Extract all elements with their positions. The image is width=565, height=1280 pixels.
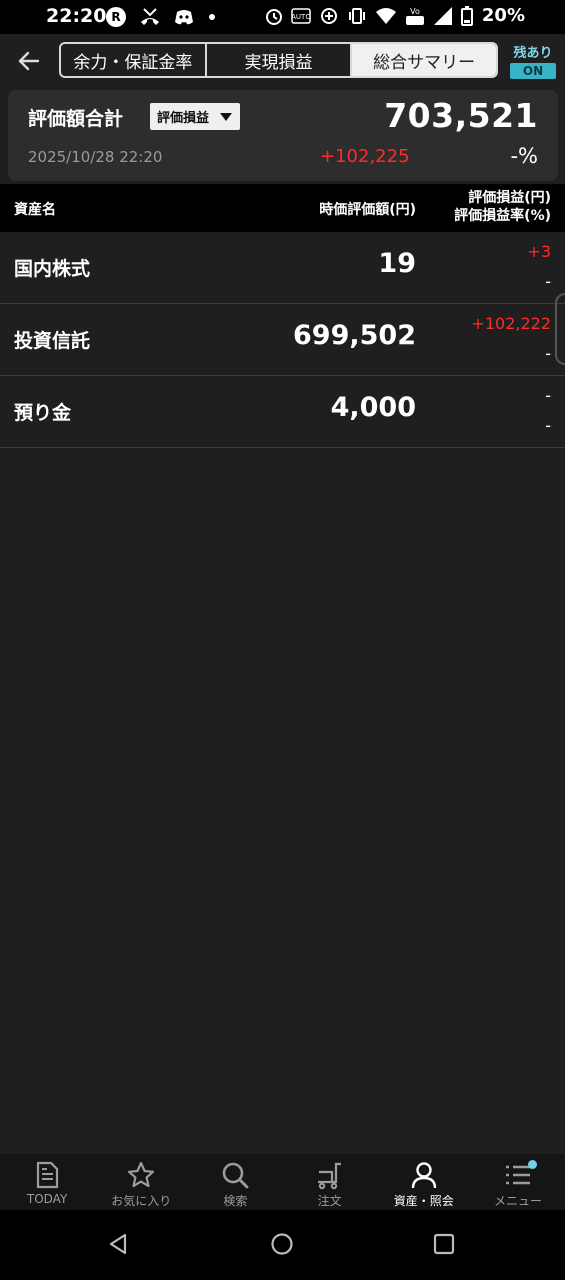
star-icon [128,1161,155,1188]
nav-assets[interactable]: 資産・照会 [377,1154,471,1210]
summary-metric-dropdown[interactable]: 評価損益 [150,103,240,130]
nav-favorites[interactable]: お気に入り [94,1154,188,1210]
nav-menu-label: メニュー [493,1194,542,1208]
row-asset-name: 預り金 [14,402,72,424]
rakuten-icon: R [106,7,126,27]
table-row[interactable]: 投資信託 699,502 +102,222 - [0,304,565,376]
wifi-icon [376,8,396,24]
vibrate-icon [349,8,365,24]
system-nav-bar [0,1210,565,1280]
col-asset-name: 資産名 [14,202,56,218]
asset-list: 国内株式 19 +3 - 投資信託 699,502 +102,222 - 預り金… [0,232,565,448]
svg-text:Vo: Vo [410,7,420,16]
status-time: 22:20 [46,5,107,27]
col-gain-yen: 評価損益(円) [468,190,551,206]
row-rate: - [545,416,551,435]
nav-search-label: 検索 [223,1194,248,1208]
table-row[interactable]: 国内株式 19 +3 - [0,232,565,304]
row-market-value: 4,000 [330,392,416,423]
summary-datetime: 2025/10/28 22:20 [28,148,163,166]
discord-icon [175,10,193,25]
person-icon [411,1162,436,1189]
nav-today-label: TODAY [26,1192,68,1206]
row-rate: - [545,272,551,291]
data-saver-icon [321,8,337,24]
back-triangle-icon[interactable] [106,1232,130,1256]
svg-text:R: R [111,10,120,24]
auto-brightness-icon: AUTO [291,8,311,24]
svg-text:AUTO: AUTO [291,13,311,21]
zandaka-state-badge: ON [510,63,556,79]
edge-panel-handle[interactable] [555,293,565,365]
table-row[interactable]: 預り金 4,000 - - [0,376,565,448]
row-asset-name: 投資信託 [14,330,91,352]
nav-order[interactable]: 注文 [283,1154,377,1210]
row-rate: - [545,344,551,363]
tab-sogo-summary[interactable]: 総合サマリー [352,44,496,76]
nav-favorites-label: お気に入り [111,1194,172,1208]
nav-assets-label: 資産・照会 [393,1194,454,1208]
row-gain: +3 [527,242,551,261]
notification-dot [528,1160,538,1169]
signal-icon [434,7,452,25]
missed-call-icon [141,8,159,25]
home-circle-icon[interactable] [270,1232,294,1256]
bottom-nav: TODAY お気に入り 検索 注文 資産・照会 メニュー [0,1154,565,1210]
zandaka-toggle[interactable]: 残あり ON [510,42,556,79]
summary-card: 評価額合計 評価損益 703,521 2025/10/28 22:20 +102… [8,90,558,181]
search-icon [223,1162,249,1189]
row-gain: +102,222 [471,314,551,333]
zandaka-label: 残あり [513,46,553,61]
document-icon [36,1161,59,1189]
summary-title: 評価額合計 [28,108,124,130]
battery-percent: 20% [481,5,525,26]
row-asset-name: 国内株式 [14,258,91,280]
header-bar: 余力・保証金率 実現損益 総合サマリー 残あり ON [0,34,565,88]
tab-jitsugen-soneki[interactable]: 実現損益 [207,44,353,76]
status-bar: 22:20 R AUTO Vo 20% [0,0,565,34]
nav-search[interactable]: 検索 [188,1154,282,1210]
tab-yoryoku[interactable]: 余力・保証金率 [61,44,207,76]
row-market-value: 19 [378,248,416,279]
alarm-icon [266,9,282,25]
row-market-value: 699,502 [293,320,416,351]
nav-today[interactable]: TODAY [0,1154,94,1210]
dot-icon [209,14,215,20]
cart-icon [317,1162,341,1190]
segment-tabs: 余力・保証金率 実現損益 総合サマリー [59,42,498,78]
table-header: 資産名 時価評価額(円) 評価損益(円) 評価損益率(%) [0,184,565,232]
nav-menu[interactable]: メニュー [471,1154,565,1210]
summary-total: 703,521 [384,96,538,135]
col-market-value: 時価評価額(円) [319,202,416,218]
battery-icon [461,6,473,26]
volte-icon: Vo [406,7,424,25]
dropdown-value: 評価損益 [157,111,210,126]
nav-order-label: 注文 [317,1194,342,1208]
summary-gain: +102,225 [320,146,410,167]
recents-square-icon[interactable] [432,1232,456,1256]
col-gain: 評価損益(円) 評価損益率(%) [454,189,551,225]
back-arrow-icon[interactable] [16,48,42,74]
chevron-down-icon [220,113,232,121]
summary-rate: -% [510,144,538,168]
row-gain: - [545,386,551,405]
col-gain-rate: 評価損益率(%) [454,208,551,224]
